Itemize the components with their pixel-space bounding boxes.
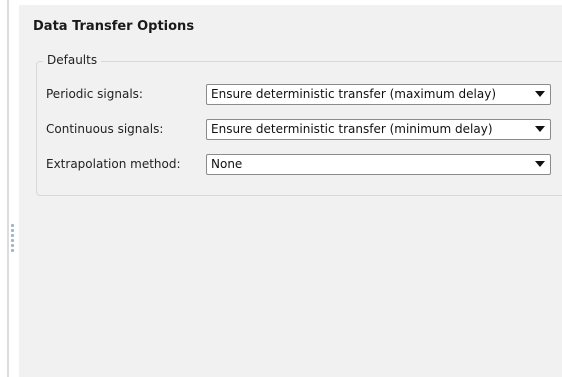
extrapolation-method-dropdown[interactable]: None — [206, 154, 551, 175]
chevron-down-icon[interactable] — [535, 126, 545, 132]
defaults-group: Defaults Periodic signals: Ensure determ… — [36, 53, 562, 196]
left-panel-border — [7, 0, 9, 377]
chevron-down-icon[interactable] — [535, 161, 545, 167]
continuous-signals-label: Continuous signals: — [46, 122, 164, 136]
periodic-signals-dropdown[interactable]: Ensure deterministic transfer (maximum d… — [206, 84, 551, 105]
chevron-down-icon[interactable] — [535, 91, 545, 97]
periodic-signals-value: Ensure deterministic transfer (maximum d… — [211, 87, 497, 101]
extrapolation-method-value: None — [211, 157, 243, 171]
data-transfer-options-panel: Data Transfer Options Defaults Periodic … — [19, 5, 562, 377]
continuous-signals-dropdown[interactable]: Ensure deterministic transfer (minimum d… — [206, 119, 551, 140]
continuous-signals-value: Ensure deterministic transfer (minimum d… — [211, 122, 493, 136]
periodic-signals-label: Periodic signals: — [46, 87, 143, 101]
extrapolation-method-label: Extrapolation method: — [46, 157, 181, 171]
section-title: Data Transfer Options — [33, 19, 195, 34]
splitter-grip-icon[interactable] — [11, 224, 15, 258]
defaults-group-legend: Defaults — [43, 53, 102, 67]
